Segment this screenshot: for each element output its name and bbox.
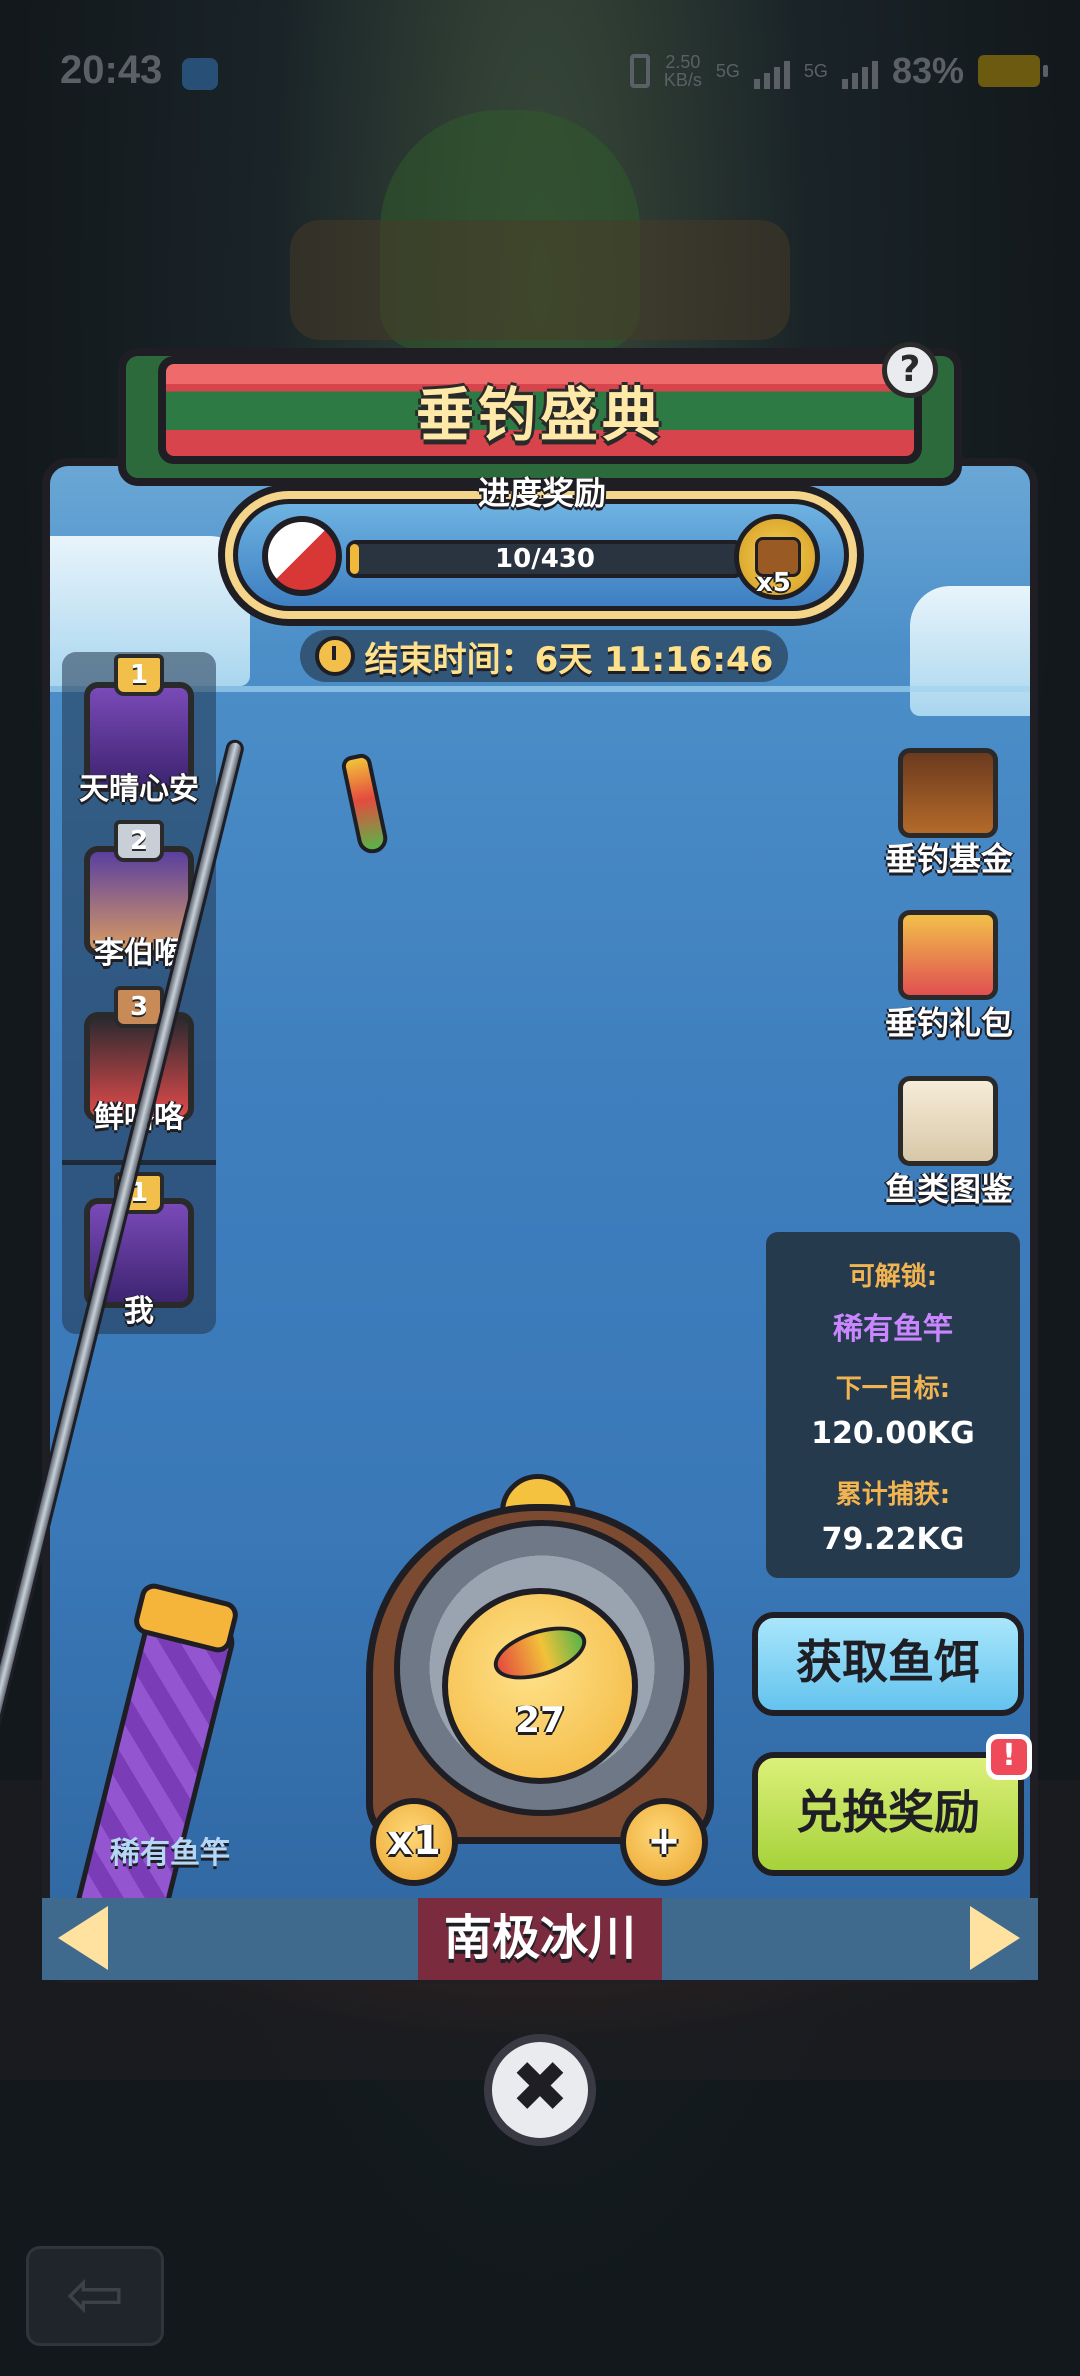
iceberg-right	[910, 586, 1030, 716]
system-indicators: 2.50 KB/s 5G 5G 83%	[629, 50, 1048, 92]
battery-icon	[978, 55, 1048, 87]
alert-badge: !	[986, 1734, 1032, 1780]
background-treasure	[290, 220, 790, 340]
total-catch-label: 累计捕获:	[835, 1480, 951, 1510]
next-location-arrow-icon[interactable]	[970, 1906, 1020, 1970]
unlock-info-panel: 可解锁: 稀有鱼竿 下一目标: 120.00KG 累计捕获: 79.22KG	[766, 1232, 1020, 1578]
back-arrow-icon[interactable]: ⇦	[26, 2246, 164, 2346]
add-bait-button[interactable]: +	[620, 1798, 708, 1886]
status-time: 20:43	[60, 48, 163, 92]
event-title: 垂钓盛典	[415, 381, 664, 449]
close-button[interactable]: ✖	[484, 2034, 596, 2146]
status-bar: 20:43 2.50 KB/s 5G 5G 83%	[0, 44, 1080, 104]
signal-icon-1	[753, 53, 790, 89]
multiplier-button[interactable]: x1	[370, 1798, 458, 1886]
bobber-icon	[262, 516, 342, 596]
signal-label-1: 5G	[715, 61, 740, 81]
battery-percent: 83%	[891, 50, 964, 91]
unlockable-label: 可解锁:	[848, 1262, 938, 1292]
fishing-gift-label: 垂钓礼包	[884, 1004, 1013, 1042]
rod-name: 稀有鱼竿	[110, 1836, 230, 1871]
reward-multiplier: x5	[756, 568, 791, 598]
network-speed: 2.50 KB/s	[664, 53, 702, 89]
leaderboard[interactable]: 1 天晴心安 2 李伯喉 3 鲜咯咯 1 我	[62, 652, 216, 1334]
title-banner: 垂钓盛典	[158, 356, 922, 464]
total-catch-value: 79.22KG	[821, 1522, 965, 1557]
question-icon[interactable]: ?	[882, 342, 938, 398]
bait-count: 27	[514, 1700, 566, 1741]
fund-chart-icon	[898, 748, 998, 838]
network-speed-unit: KB/s	[663, 70, 702, 90]
fishing-fund-button[interactable]: 垂钓基金	[854, 744, 1044, 878]
progress-title: 进度奖励	[477, 474, 606, 512]
app-notification-icon	[182, 58, 218, 90]
fishing-gift-button[interactable]: 垂钓礼包	[854, 904, 1044, 1044]
leaderboard-my-entry[interactable]: 1 我	[62, 1168, 216, 1329]
gift-box-icon	[898, 910, 998, 1000]
alarm-clock-icon	[314, 636, 355, 676]
fishing-fund-label: 垂钓基金	[884, 840, 1013, 878]
progress-bar-fill	[350, 544, 359, 574]
fish-collection-label: 鱼类图鉴	[884, 1170, 1013, 1208]
vibrate-icon	[629, 54, 650, 88]
next-target-label: 下一目标:	[835, 1374, 951, 1404]
progress-text: 10/430	[495, 544, 595, 574]
get-bait-button[interactable]: 获取鱼饵	[752, 1612, 1024, 1716]
signal-icon-2	[841, 53, 878, 89]
network-speed-value: 2.50	[665, 52, 701, 72]
leaderboard-name: 天晴心安	[79, 772, 199, 807]
timer-text: 结束时间：6天 11:16:46	[364, 639, 774, 680]
next-target-value: 120.00KG	[811, 1416, 975, 1451]
prev-location-arrow-icon[interactable]	[58, 1906, 108, 1970]
end-timer: 结束时间：6天 11:16:46	[300, 630, 788, 682]
crown-silver-icon: 2	[114, 820, 164, 862]
fish-collection-button[interactable]: 鱼类图鉴	[854, 1070, 1044, 1210]
location-name: 南极冰川	[418, 1898, 662, 1980]
progress-bar: 10/430	[346, 540, 744, 578]
leaderboard-entry[interactable]: 1 天晴心安	[62, 652, 216, 812]
fish-book-icon	[898, 1076, 998, 1166]
signal-label-2: 5G	[803, 61, 828, 81]
cast-button[interactable]	[442, 1588, 638, 1784]
unlockable-value: 稀有鱼竿	[833, 1312, 953, 1347]
redeem-reward-button[interactable]: 兑换奖励	[752, 1752, 1024, 1876]
crown-gold-icon: 1	[114, 654, 164, 696]
